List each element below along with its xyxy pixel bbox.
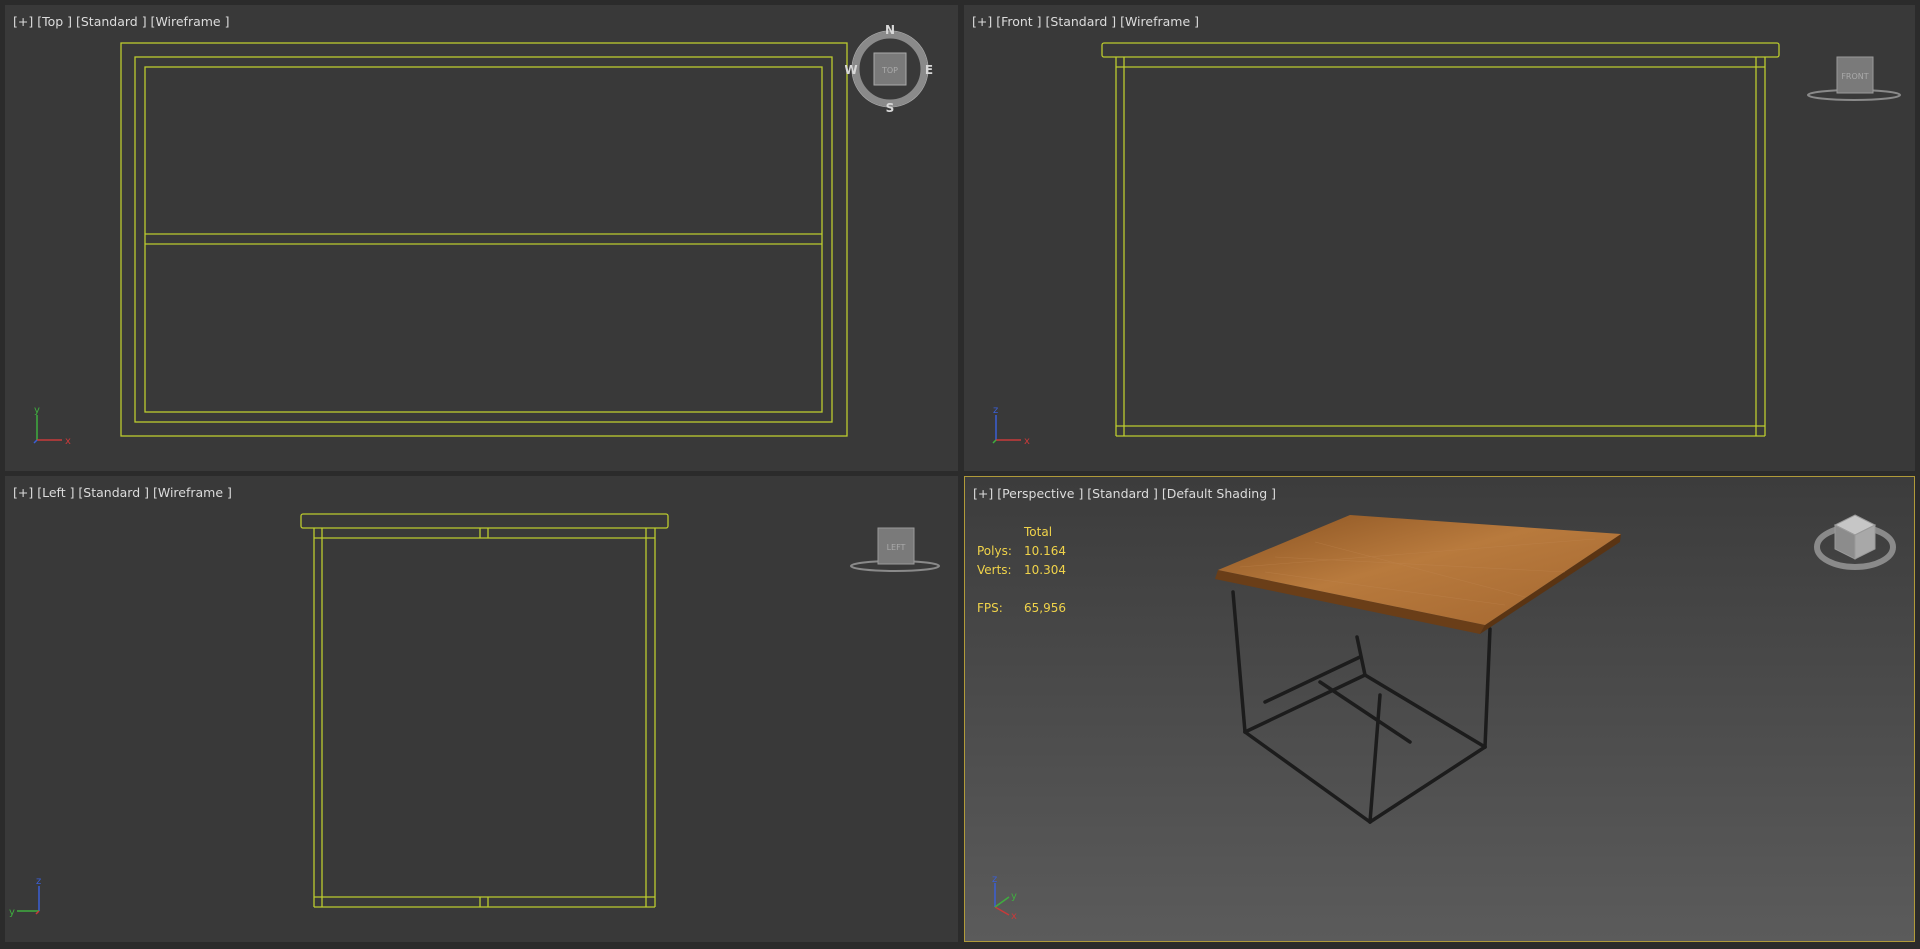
front-wireframe	[1101, 42, 1780, 437]
viewcube-left[interactable]: LEFT	[845, 520, 945, 580]
table-render	[1215, 515, 1621, 824]
viewport-front[interactable]: [+] [Front ] [Standard ] [Wireframe ] FR…	[964, 5, 1915, 471]
axis-x-label: x	[65, 436, 71, 447]
compass-west: W	[845, 63, 858, 77]
axis-x-label: x	[1024, 436, 1030, 447]
viewcube-left-face: LEFT	[887, 543, 906, 552]
viewcube-front-face: FRONT	[1841, 72, 1868, 81]
compass-north: N	[885, 23, 895, 37]
top-wireframe	[120, 42, 848, 437]
axis-y-label: y	[1011, 891, 1017, 902]
axis-y-label: y	[9, 907, 15, 918]
axis-x-label: x	[1011, 911, 1017, 922]
axis-tripod-front: z x	[992, 405, 1030, 447]
compass-east: E	[925, 63, 933, 77]
axis-tripod-top: y x	[33, 405, 71, 447]
axis-tripod-perspective: z x y	[992, 874, 1017, 922]
compass-south: S	[886, 101, 895, 113]
viewport-left[interactable]: [+] [Left ] [Standard ] [Wireframe ] LEF…	[5, 476, 958, 942]
viewcube-front[interactable]: FRONT	[1799, 49, 1909, 109]
viewcube-top[interactable]: TOP N S E W	[845, 23, 935, 113]
axis-tripod-left: z y	[9, 876, 41, 918]
viewcube-top-face: TOP	[881, 66, 898, 75]
axis-z-label: z	[36, 876, 41, 887]
left-wireframe	[300, 513, 669, 908]
axis-y-label: y	[34, 405, 40, 416]
axis-z-label: z	[993, 405, 998, 416]
viewport-top[interactable]: [+] [Top ] [Standard ] [Wireframe ] TOP …	[5, 5, 958, 471]
viewport-perspective[interactable]: [+] [Perspective ] [Standard ] [Default …	[964, 476, 1915, 942]
axis-z-label: z	[992, 874, 997, 885]
viewcube-perspective[interactable]	[1805, 507, 1905, 577]
